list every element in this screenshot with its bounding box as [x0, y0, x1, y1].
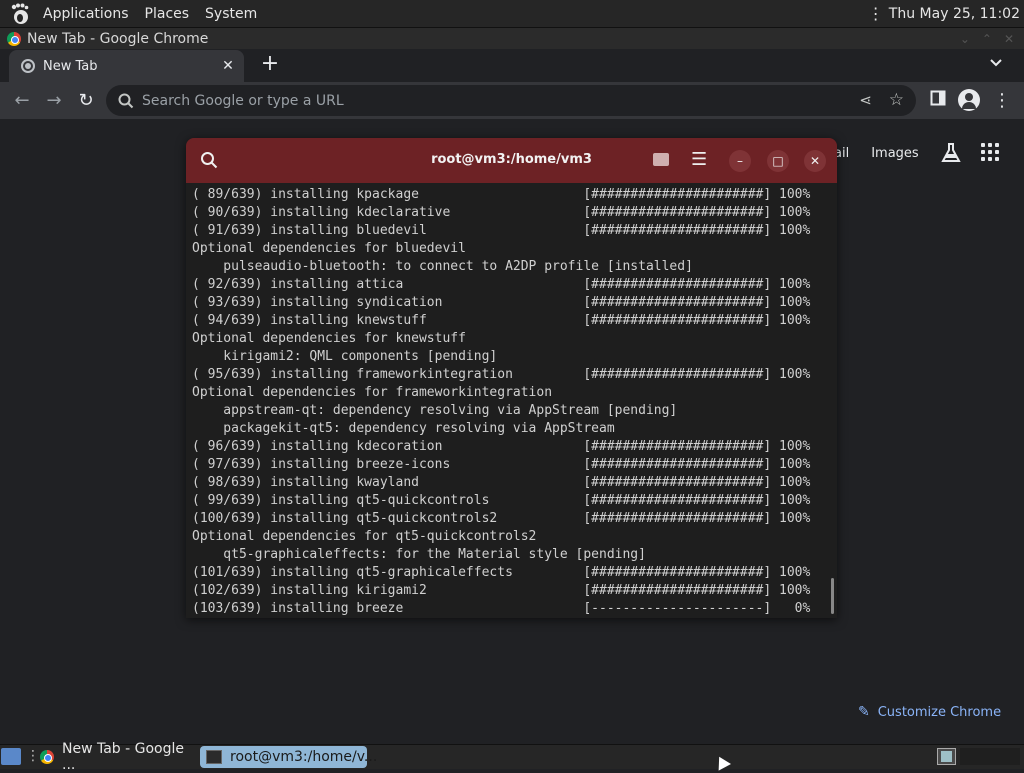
- terminal-output[interactable]: ( 89/639) installing kpackage [#########…: [192, 186, 832, 616]
- pencil-icon: ✎: [858, 704, 870, 720]
- window-close-icon[interactable]: ✕: [1004, 32, 1014, 46]
- customize-chrome-button[interactable]: ✎ Customize Chrome: [848, 698, 1008, 726]
- taskbar-chrome-label: New Tab - Google ...: [62, 741, 185, 773]
- system-menu[interactable]: System: [197, 0, 265, 27]
- chrome-window-titlebar[interactable]: New Tab - Google Chrome ⌄ ⌃ ✕: [0, 28, 1024, 49]
- taskbar-chrome-button[interactable]: New Tab - Google ...: [36, 741, 194, 773]
- terminal-line: ( 99/639) installing qt5-quickcontrols […: [192, 493, 811, 508]
- tab-close-icon[interactable]: ✕: [218, 56, 238, 76]
- terminal-menu-icon[interactable]: ☰: [691, 151, 707, 169]
- search-icon: [118, 93, 134, 108]
- terminal-line: ( 91/639) installing bluedevil [########…: [192, 223, 811, 238]
- terminal-line: ( 93/639) installing syndication [######…: [192, 295, 811, 310]
- forward-arrow-icon[interactable]: →: [42, 89, 66, 113]
- bookmark-star-icon[interactable]: ☆: [889, 90, 904, 110]
- terminal-line: ( 96/639) installing kdecoration [######…: [192, 439, 811, 454]
- terminal-line: (103/639) installing breeze [-----------…: [192, 601, 811, 616]
- google-apps-grid-icon[interactable]: [981, 143, 999, 161]
- panel-handle-icon: ⋮: [867, 4, 884, 23]
- terminal-line: ( 98/639) installing kwayland [#########…: [192, 475, 811, 490]
- terminal-line: ( 95/639) installing frameworkintegratio…: [192, 367, 811, 382]
- reload-icon[interactable]: ↻: [74, 89, 98, 113]
- terminal-line: kirigami2: QML components [pending]: [192, 349, 498, 364]
- terminal-line: ( 90/639) installing kdeclarative [#####…: [192, 205, 811, 220]
- terminal-line: appstream-qt: dependency resolving via A…: [192, 403, 678, 418]
- terminal-minimize-icon[interactable]: –: [729, 150, 751, 172]
- terminal-header[interactable]: root@vm3:/home/vm3 ☰ – □ ✕: [186, 138, 837, 183]
- terminal-line: Optional dependencies for frameworkinteg…: [192, 385, 553, 400]
- terminal-line: Optional dependencies for bluedevil: [192, 241, 466, 256]
- terminal-line: (101/639) installing qt5-graphicaleffect…: [192, 565, 811, 580]
- images-link[interactable]: Images: [871, 146, 919, 161]
- terminal-scrollbar[interactable]: [831, 578, 834, 614]
- terminal-line: qt5-graphicaleffects: for the Material s…: [192, 547, 646, 562]
- tab-strip: New Tab ✕ +: [0, 49, 1024, 82]
- terminal-line: ( 92/639) installing attica [###########…: [192, 277, 811, 292]
- clock[interactable]: Thu May 25, 11:02: [889, 6, 1020, 22]
- show-desktop-icon[interactable]: [1, 748, 21, 765]
- terminal-line: ( 94/639) installing knewstuff [########…: [192, 313, 811, 328]
- terminal-line: ( 97/639) installing breeze-icons [#####…: [192, 457, 811, 472]
- terminal-close-icon[interactable]: ✕: [804, 150, 826, 172]
- tab-new-tab[interactable]: New Tab ✕: [9, 50, 244, 82]
- omnibox-placeholder: Search Google or type a URL: [142, 92, 344, 109]
- terminal-line: packagekit-qt5: dependency resolving via…: [192, 421, 615, 436]
- terminal-line: (102/639) installing kirigami2 [########…: [192, 583, 811, 598]
- chrome-icon: [40, 750, 54, 764]
- customize-chrome-label: Customize Chrome: [877, 704, 1002, 720]
- taskbar-terminal-label: root@vm3:/home/v...: [230, 749, 378, 765]
- labs-flask-icon[interactable]: [941, 142, 961, 164]
- profile-avatar-icon[interactable]: [958, 89, 980, 111]
- chrome-toolbar: ← → ↻ Search Google or type a URL ⋖ ☆ ⋮: [0, 82, 1024, 119]
- back-arrow-icon[interactable]: ←: [10, 89, 34, 113]
- bottom-taskbar: ⋮ New Tab - Google ... root@vm3:/home/v.…: [0, 741, 1024, 773]
- tab-search-chevron-icon[interactable]: [986, 55, 1006, 75]
- terminal-line: pulseaudio-bluetooth: to connect to A2DP…: [192, 259, 693, 274]
- terminal-new-tab-icon[interactable]: [653, 153, 669, 166]
- ntp-top-links: ail Images: [834, 142, 989, 164]
- window-minimize-icon[interactable]: ⌄: [960, 32, 970, 46]
- top-panel: Applications Places System ⋮ Thu May 25,…: [0, 0, 1024, 28]
- terminal-line: Optional dependencies for knewstuff: [192, 331, 466, 346]
- terminal-window[interactable]: root@vm3:/home/vm3 ☰ – □ ✕ ( 89/639) ins…: [186, 138, 837, 618]
- taskbar-terminal-button[interactable]: root@vm3:/home/v...: [200, 746, 377, 768]
- omnibox[interactable]: Search Google or type a URL ⋖ ☆: [106, 85, 916, 116]
- side-panel-icon[interactable]: [926, 89, 950, 113]
- terminal-maximize-icon[interactable]: □: [767, 150, 789, 172]
- places-menu[interactable]: Places: [137, 0, 198, 27]
- share-icon[interactable]: ⋖: [859, 91, 872, 109]
- terminal-line: (100/639) installing qt5-quickcontrols2 …: [192, 511, 811, 526]
- new-tab-button[interactable]: +: [258, 52, 282, 76]
- new-tab-favicon-icon: [21, 59, 35, 73]
- applications-menu[interactable]: Applications: [35, 0, 137, 27]
- workspace-area[interactable]: [960, 748, 1020, 765]
- terminal-line: ( 89/639) installing kpackage [#########…: [192, 187, 811, 202]
- terminal-icon: [206, 750, 222, 764]
- chrome-menu-icon[interactable]: ⋮: [990, 89, 1014, 113]
- window-maximize-icon[interactable]: ⌃: [982, 32, 992, 46]
- window-title: New Tab - Google Chrome: [27, 30, 209, 47]
- tab-title: New Tab: [43, 58, 98, 74]
- gnome-foot-icon[interactable]: [9, 3, 31, 25]
- chrome-icon: [7, 31, 21, 46]
- workspace-switcher[interactable]: [937, 748, 956, 765]
- terminal-line: Optional dependencies for qt5-quickcontr…: [192, 529, 537, 544]
